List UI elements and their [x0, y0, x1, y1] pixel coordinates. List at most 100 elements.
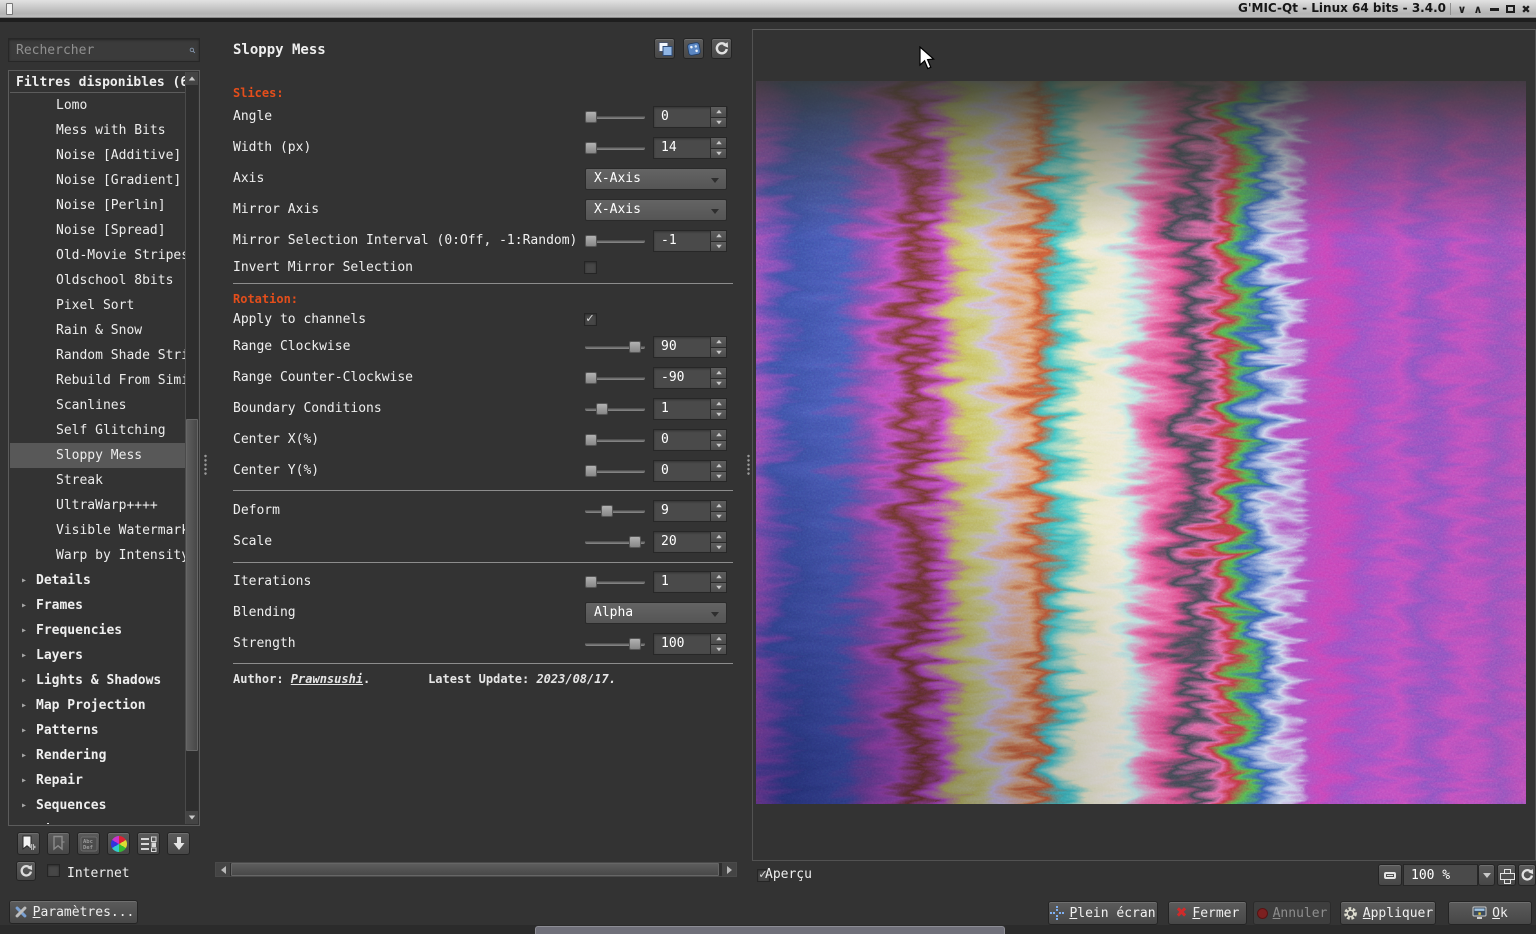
spin-down-icon[interactable]: [711, 511, 726, 522]
category-item[interactable]: ▸ Patterns: [10, 718, 185, 743]
category-item[interactable]: ▸ Layers: [10, 643, 185, 668]
spin-down-icon[interactable]: [711, 241, 726, 252]
scale-spinbox[interactable]: 20: [653, 531, 727, 553]
spin-up-icon[interactable]: [711, 368, 726, 378]
category-item[interactable]: ▸ Lights & Shadows: [10, 668, 185, 693]
spin-up-icon[interactable]: [711, 430, 726, 440]
scrollbar-thumb[interactable]: [186, 419, 198, 751]
angle-slider[interactable]: [585, 106, 645, 128]
spin-up-icon[interactable]: [711, 572, 726, 582]
hscrollbar-thumb[interactable]: [231, 863, 719, 876]
fullscreen-button[interactable]: Plein écran: [1048, 901, 1158, 925]
splitter-handle[interactable]: [747, 454, 750, 476]
scroll-up-icon[interactable]: [186, 72, 198, 85]
spin-up-icon[interactable]: [711, 461, 726, 471]
filter-item[interactable]: Noise [Spread]: [10, 218, 185, 243]
filter-item[interactable]: Self Glitching: [10, 418, 185, 443]
category-item[interactable]: ▸ Map Projection: [10, 693, 185, 718]
filter-item[interactable]: Rebuild From Simi: [10, 368, 185, 393]
scroll-down-icon[interactable]: [186, 811, 198, 824]
center-x-spinbox[interactable]: 0: [653, 429, 727, 451]
expand-arrow-icon[interactable]: ▸: [21, 750, 36, 761]
category-item[interactable]: ▸ Details: [10, 568, 185, 593]
scroll-left-icon[interactable]: [216, 863, 230, 876]
spin-down-icon[interactable]: [711, 644, 726, 655]
filter-item[interactable]: Sloppy Mess: [10, 443, 185, 468]
category-item[interactable]: ▸ Frames: [10, 593, 185, 618]
spin-up-icon[interactable]: [711, 399, 726, 409]
rename-fave-button[interactable]: Abc Def: [77, 832, 100, 855]
boundary-slider[interactable]: [585, 398, 645, 420]
filter-item[interactable]: Old-Movie Stripes: [10, 243, 185, 268]
filter-list-scrollbar[interactable]: [185, 72, 198, 824]
visibility-list-button[interactable]: [137, 832, 160, 855]
range-ccw-spinbox[interactable]: -90: [653, 367, 727, 389]
ok-button[interactable]: Ok: [1448, 901, 1532, 925]
preview-image[interactable]: [756, 81, 1526, 804]
apply-channels-checkbox[interactable]: [584, 313, 597, 326]
spin-down-icon[interactable]: [711, 440, 726, 451]
close-dialog-button[interactable]: ✖ Fermer: [1168, 901, 1247, 925]
strength-spinbox[interactable]: 100: [653, 633, 727, 655]
expand-arrow-icon[interactable]: ▸: [21, 800, 36, 811]
center-y-spinbox[interactable]: 0: [653, 460, 727, 482]
filter-item[interactable]: Noise [Additive]: [10, 143, 185, 168]
mirror-axis-dropdown[interactable]: X-Axis: [585, 199, 727, 221]
expand-arrow-icon[interactable]: ▸: [21, 600, 36, 611]
randomize-button[interactable]: [683, 38, 704, 59]
mirror-interval-spinbox[interactable]: -1: [653, 230, 727, 252]
center-x-slider[interactable]: [585, 429, 645, 451]
boundary-spinbox[interactable]: 1: [653, 398, 727, 420]
download-filters-button[interactable]: [167, 832, 190, 855]
params-hscrollbar[interactable]: [215, 862, 737, 877]
filter-item[interactable]: Mess with Bits: [10, 118, 185, 143]
spin-down-icon[interactable]: [711, 542, 726, 553]
add-fave-button[interactable]: [17, 832, 40, 855]
spin-up-icon[interactable]: [711, 634, 726, 644]
colors-button[interactable]: [107, 832, 130, 855]
spin-up-icon[interactable]: [711, 138, 726, 148]
close-icon[interactable]: ✖: [1518, 0, 1534, 18]
category-item[interactable]: ▸ Rendering: [10, 743, 185, 768]
range-ccw-slider[interactable]: [585, 367, 645, 389]
spin-down-icon[interactable]: [711, 347, 726, 358]
zoom-reset-button[interactable]: [1518, 864, 1536, 886]
scale-slider[interactable]: [585, 531, 645, 553]
category-item[interactable]: ▸ Frequencies: [10, 618, 185, 643]
range-cw-spinbox[interactable]: 90: [653, 336, 727, 358]
filter-item[interactable]: Scanlines: [10, 393, 185, 418]
spin-up-icon[interactable]: [711, 337, 726, 347]
expand-arrow-icon[interactable]: ▸: [21, 775, 36, 786]
filter-item[interactable]: Noise [Gradient]: [10, 168, 185, 193]
splitter-handle[interactable]: [204, 454, 207, 476]
zoom-out-button[interactable]: [1378, 864, 1402, 886]
spin-down-icon[interactable]: [711, 117, 726, 128]
filter-item[interactable]: Visible Watermark: [10, 518, 185, 543]
filter-item[interactable]: Noise [Perlin]: [10, 193, 185, 218]
iterations-spinbox[interactable]: 1: [653, 571, 727, 593]
expand-arrow-icon[interactable]: ▸: [21, 650, 36, 661]
range-cw-slider[interactable]: [585, 336, 645, 358]
remove-fave-button[interactable]: [47, 832, 70, 855]
mirror-interval-slider[interactable]: [585, 230, 645, 252]
axis-dropdown[interactable]: X-Axis: [585, 168, 727, 190]
zoom-dropdown-button[interactable]: [1478, 864, 1495, 886]
zoom-level-field[interactable]: 100 %: [1403, 864, 1478, 886]
filter-item[interactable]: Oldschool 8bits: [10, 268, 185, 293]
width-slider[interactable]: [585, 137, 645, 159]
expand-arrow-icon[interactable]: ▸: [21, 725, 36, 736]
spin-up-icon[interactable]: [711, 501, 726, 511]
filter-item[interactable]: UltraWarp++++: [10, 493, 185, 518]
spin-up-icon[interactable]: [711, 231, 726, 241]
apply-button[interactable]: Appliquer: [1340, 901, 1436, 925]
deform-slider[interactable]: [585, 500, 645, 522]
iterations-slider[interactable]: [585, 571, 645, 593]
invert-mirror-checkbox[interactable]: [584, 261, 597, 274]
expand-arrow-icon[interactable]: ▸: [21, 625, 36, 636]
spin-up-icon[interactable]: [711, 532, 726, 542]
search-input[interactable]: [9, 43, 189, 58]
strength-slider[interactable]: [585, 633, 645, 655]
deform-spinbox[interactable]: 9: [653, 500, 727, 522]
filter-item[interactable]: Lomo: [10, 93, 185, 118]
search-field[interactable]: [8, 38, 200, 62]
